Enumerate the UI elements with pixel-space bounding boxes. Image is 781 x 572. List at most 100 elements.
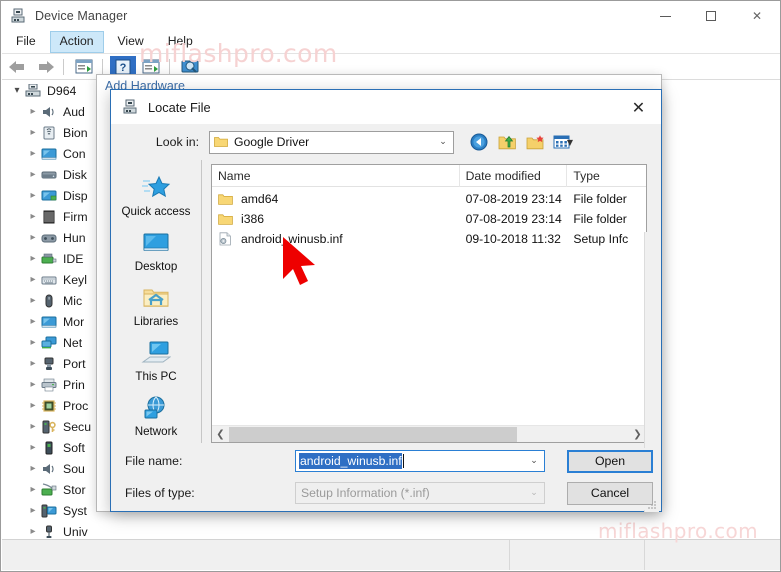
up-one-level-icon[interactable] bbox=[496, 132, 518, 153]
chevron-right-icon[interactable]: ▸ bbox=[26, 505, 40, 516]
system-device-icon bbox=[40, 503, 58, 519]
resize-grip[interactable] bbox=[647, 497, 657, 509]
file-list[interactable]: Name ˄ Date modified Type amd64 07-08-201… bbox=[211, 164, 647, 443]
chevron-right-icon[interactable]: ▸ bbox=[26, 442, 40, 453]
minimize-button[interactable] bbox=[642, 1, 688, 31]
new-folder-icon[interactable] bbox=[524, 132, 546, 153]
chevron-right-icon[interactable]: ▸ bbox=[26, 274, 40, 285]
column-header-type[interactable]: Type bbox=[567, 165, 646, 187]
scrollbar-track[interactable] bbox=[229, 426, 629, 443]
menu-view[interactable]: View bbox=[108, 31, 154, 53]
file-name-cell[interactable]: amd64 bbox=[212, 192, 460, 207]
place-network[interactable]: Network bbox=[111, 388, 201, 443]
column-header-date[interactable]: Date modified bbox=[460, 165, 568, 187]
tree-item-label: Proc bbox=[63, 398, 89, 413]
look-in-combobox[interactable]: Google Driver ⌄ bbox=[209, 130, 454, 154]
quick-access-star-icon bbox=[141, 173, 171, 203]
menu-file[interactable]: File bbox=[6, 31, 46, 53]
chevron-right-icon[interactable]: ▸ bbox=[26, 421, 40, 432]
chevron-right-icon[interactable]: ▸ bbox=[26, 169, 40, 180]
chevron-right-icon[interactable]: ▸ bbox=[26, 400, 40, 411]
views-icon[interactable]: ▼ bbox=[552, 132, 574, 153]
tree-item-univ[interactable]: ▸ Univ bbox=[2, 521, 780, 540]
dialog-close-icon[interactable]: ✕ bbox=[616, 90, 661, 124]
file-name-value: android_winusb.inf bbox=[299, 453, 402, 469]
chevron-right-icon[interactable]: ▸ bbox=[26, 358, 40, 369]
file-type-select[interactable]: Setup Information (*.inf) ⌄ bbox=[295, 482, 545, 504]
chevron-right-icon[interactable]: ▸ bbox=[26, 253, 40, 264]
properties-icon[interactable] bbox=[71, 56, 97, 78]
scrollbar-thumb[interactable] bbox=[229, 426, 517, 442]
file-name-text: android_winusb.inf bbox=[241, 232, 343, 246]
column-header-name[interactable]: Name ˄ bbox=[212, 165, 460, 187]
chevron-right-icon[interactable]: ▸ bbox=[26, 295, 40, 306]
look-in-label: Look in: bbox=[155, 135, 199, 149]
back-navigation-icon[interactable] bbox=[468, 132, 490, 153]
computer-icon bbox=[24, 83, 42, 99]
dialog-nav-toolbar: ▼ bbox=[468, 132, 574, 153]
toolbar-separator bbox=[102, 58, 103, 75]
chevron-right-icon[interactable]: ▸ bbox=[26, 190, 40, 201]
chevron-right-icon[interactable]: ▸ bbox=[26, 211, 40, 222]
chevron-down-icon[interactable]: ⌄ bbox=[433, 132, 453, 153]
table-row[interactable]: amd64 07-08-2019 23:14 File folder bbox=[212, 189, 646, 209]
place-this-pc[interactable]: This PC bbox=[111, 333, 201, 388]
tree-root-label: D964 bbox=[47, 83, 77, 98]
tree-item-label: Disk bbox=[63, 167, 87, 182]
place-label: Libraries bbox=[133, 315, 179, 328]
file-name-input[interactable]: android_winusb.inf ⌄ bbox=[295, 450, 545, 472]
chevron-right-icon[interactable]: ▸ bbox=[26, 127, 40, 138]
file-name-text: amd64 bbox=[241, 192, 279, 206]
folder-icon bbox=[218, 212, 235, 227]
dialog-footer: File name: android_winusb.inf ⌄ Open Fil… bbox=[111, 448, 661, 510]
fingerprint-icon bbox=[40, 125, 58, 141]
dialog-title: Locate File bbox=[148, 99, 211, 115]
status-cell-tertiary bbox=[645, 540, 780, 570]
place-desktop[interactable]: Desktop bbox=[111, 223, 201, 278]
file-name-row: File name: android_winusb.inf ⌄ Open bbox=[111, 448, 661, 474]
tree-item-label: IDE bbox=[63, 251, 84, 266]
menu-help[interactable]: Help bbox=[158, 31, 203, 53]
file-name-cell[interactable]: i386 bbox=[212, 212, 460, 227]
cancel-button[interactable]: Cancel bbox=[567, 481, 653, 505]
chevron-down-icon[interactable]: ⌄ bbox=[524, 451, 544, 471]
horizontal-scrollbar[interactable]: ❮ ❯ bbox=[212, 425, 646, 442]
open-button[interactable]: Open bbox=[567, 449, 653, 473]
tree-item-label: Bion bbox=[63, 125, 88, 140]
chevron-down-icon[interactable]: ⌄ bbox=[524, 483, 544, 503]
chevron-right-icon[interactable]: ▸ bbox=[26, 316, 40, 327]
menu-action[interactable]: Action bbox=[49, 31, 104, 53]
chevron-right-icon[interactable]: ▸ bbox=[26, 484, 40, 495]
file-name-cell[interactable]: android_winusb.inf bbox=[212, 232, 460, 247]
chevron-right-icon[interactable]: ▸ bbox=[26, 148, 40, 159]
chevron-right-icon[interactable]: ▸ bbox=[26, 379, 40, 390]
chevron-right-icon[interactable]: ▸ bbox=[26, 463, 40, 474]
inf-file-icon bbox=[218, 232, 235, 247]
table-row[interactable]: android_winusb.inf 09-10-2018 11:32 Setup … bbox=[212, 229, 646, 249]
forward-arrow-icon[interactable] bbox=[32, 56, 58, 78]
dialog-body: Quick access Desktop Libraries This PC N… bbox=[111, 160, 661, 512]
chevron-down-icon[interactable]: ▾ bbox=[10, 85, 24, 96]
place-label: Network bbox=[134, 425, 178, 438]
chevron-right-icon[interactable]: ▸ bbox=[26, 337, 40, 348]
back-arrow-icon[interactable] bbox=[4, 56, 30, 78]
printer-icon bbox=[40, 377, 58, 393]
place-label: Quick access bbox=[121, 205, 191, 218]
place-quick-access[interactable]: Quick access bbox=[111, 168, 201, 223]
close-icon[interactable]: ✕ bbox=[734, 1, 780, 31]
place-libraries[interactable]: Libraries bbox=[111, 278, 201, 333]
mouse-icon bbox=[40, 293, 58, 309]
chevron-right-icon[interactable]: ▸ bbox=[26, 526, 40, 537]
chevron-right-icon[interactable]: ▸ bbox=[26, 232, 40, 243]
maximize-button[interactable] bbox=[688, 1, 734, 31]
hid-icon bbox=[40, 230, 58, 246]
table-row[interactable]: i386 07-08-2019 23:14 File folder bbox=[212, 209, 646, 229]
tree-item-label: Sou bbox=[63, 461, 85, 476]
tree-item-label: Disp bbox=[63, 188, 88, 203]
scroll-left-icon[interactable]: ❮ bbox=[212, 426, 229, 443]
chevron-right-icon[interactable]: ▸ bbox=[26, 106, 40, 117]
ide-controller-icon bbox=[40, 251, 58, 267]
sound-controller-icon bbox=[40, 461, 58, 477]
tree-item-label: Con bbox=[63, 146, 86, 161]
chevron-down-icon[interactable]: ▼ bbox=[567, 138, 573, 147]
